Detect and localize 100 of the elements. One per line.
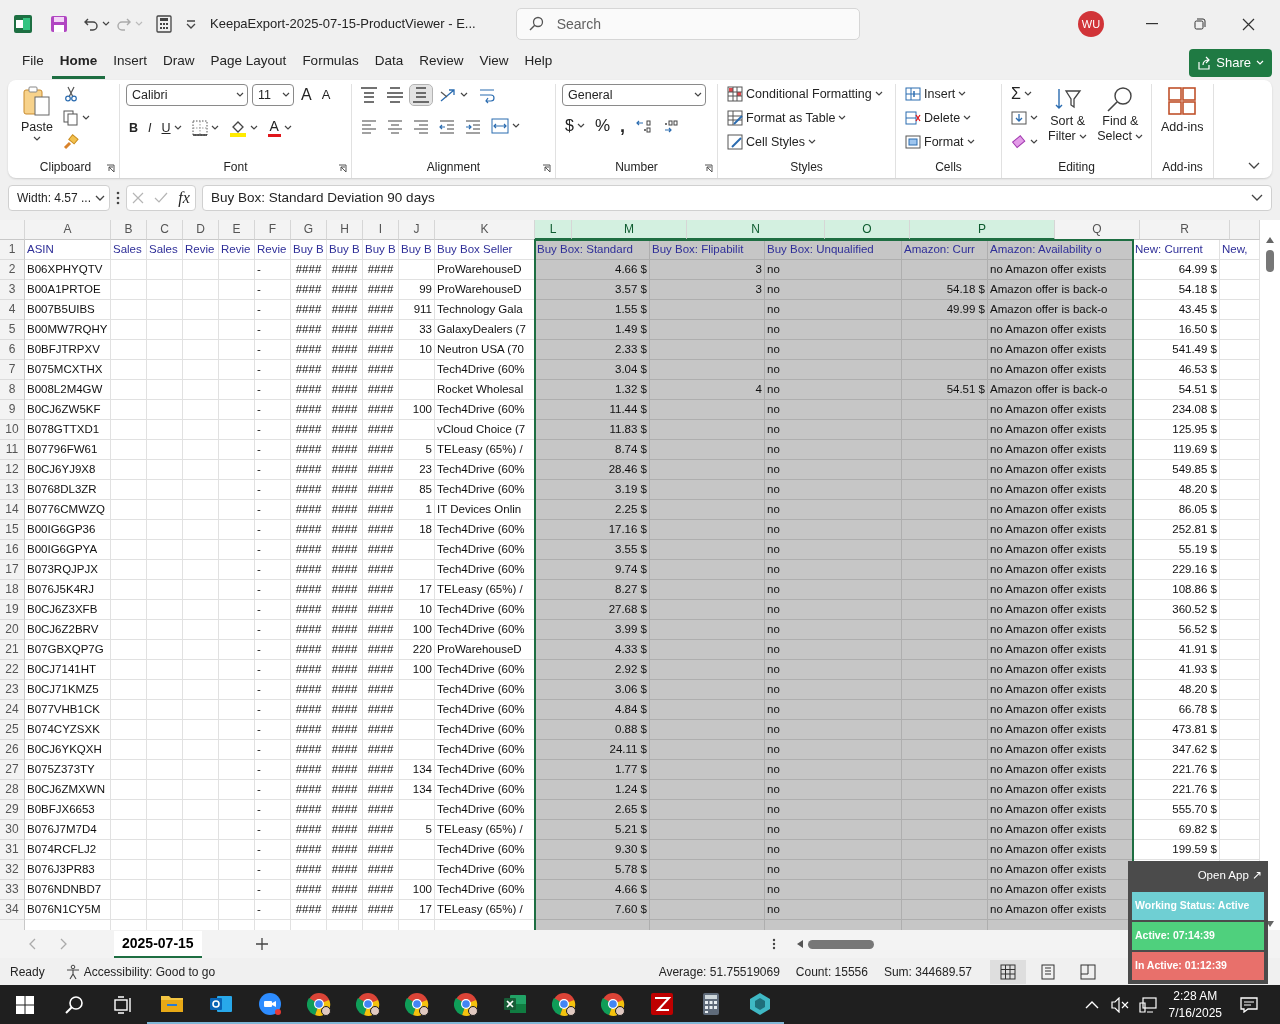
style-menu-button[interactable]: Conditional Formatting xyxy=(724,84,886,104)
accessibility-icon[interactable] xyxy=(64,963,81,980)
column-header[interactable]: Q xyxy=(1055,220,1140,240)
sheet-tab[interactable]: 2025-07-15 xyxy=(114,930,202,958)
style-menu-button[interactable]: Cell Styles xyxy=(724,132,886,152)
menu-tab[interactable]: Data xyxy=(366,46,412,80)
row-number[interactable]: 32 xyxy=(0,860,25,880)
menu-tab[interactable]: Formulas xyxy=(294,46,367,80)
dialog-launcher-icon[interactable] xyxy=(704,164,713,173)
customize-toolbar-icon[interactable] xyxy=(186,19,196,29)
column-header[interactable]: I xyxy=(363,220,399,240)
cells-menu-button[interactable]: Format xyxy=(902,132,978,152)
row-number[interactable]: 12 xyxy=(0,460,25,480)
row-number[interactable]: 5 xyxy=(0,320,25,340)
autosum-button[interactable]: Σ xyxy=(1008,84,1041,104)
menu-tab[interactable]: Page Layout xyxy=(202,46,295,80)
style-menu-button[interactable]: Format as Table xyxy=(724,108,886,128)
more-options-icon[interactable] xyxy=(116,191,120,205)
dialog-launcher-icon[interactable] xyxy=(106,164,115,173)
add-sheet-icon[interactable] xyxy=(255,938,268,950)
row-number[interactable]: 7 xyxy=(0,360,25,380)
row-number[interactable]: 8 xyxy=(0,380,25,400)
cells-menu-button[interactable]: Insert xyxy=(902,84,978,104)
sort-filter-button[interactable]: Sort & Filter xyxy=(1045,84,1091,158)
font-name-dropdown[interactable]: Calibri xyxy=(126,84,248,106)
row-number[interactable]: 10 xyxy=(0,420,25,440)
column-header[interactable]: R xyxy=(1140,220,1230,240)
column-header[interactable]: F xyxy=(255,220,291,240)
column-header[interactable]: E xyxy=(219,220,255,240)
number-format-dropdown[interactable]: General xyxy=(562,84,706,106)
add-ins-button[interactable]: Add-ins xyxy=(1158,84,1207,158)
row-number[interactable]: 14 xyxy=(0,500,25,520)
column-header[interactable]: O xyxy=(825,220,910,240)
row-number[interactable]: 20 xyxy=(0,620,25,640)
name-box[interactable]: Width: 4.57 ... xyxy=(8,185,110,211)
row-number[interactable]: 28 xyxy=(0,780,25,800)
network-icon[interactable] xyxy=(1138,996,1157,1013)
menu-tab[interactable]: File xyxy=(14,46,52,80)
menu-tab[interactable]: Insert xyxy=(105,46,156,80)
view-button[interactable] xyxy=(990,959,1026,984)
column-header[interactable]: G xyxy=(291,220,327,240)
menu-tab[interactable]: View xyxy=(471,46,517,80)
row-number[interactable]: 1 xyxy=(0,240,25,260)
column-header[interactable]: L xyxy=(535,220,572,240)
row-number[interactable]: 21 xyxy=(0,640,25,660)
row-number[interactable]: 24 xyxy=(0,700,25,720)
vertical-align-button[interactable] xyxy=(410,85,432,105)
dialog-launcher-icon[interactable] xyxy=(338,164,347,173)
menu-tab[interactable]: Help xyxy=(516,46,561,80)
vertical-align-button[interactable] xyxy=(358,85,380,105)
underline-button[interactable]: U xyxy=(158,117,185,138)
row-number[interactable]: 2 xyxy=(0,260,25,280)
shrink-font-button[interactable]: A xyxy=(318,85,334,105)
share-button[interactable]: Share xyxy=(1189,49,1272,77)
dialog-launcher-icon[interactable] xyxy=(542,164,551,173)
font-size-dropdown[interactable]: 11 xyxy=(252,84,294,106)
find-select-button[interactable]: Find & Select xyxy=(1094,84,1147,158)
paste-button[interactable]: Paste xyxy=(18,84,56,158)
vertical-align-button[interactable] xyxy=(384,85,406,105)
row-number[interactable]: 9 xyxy=(0,400,25,420)
column-header[interactable]: H xyxy=(327,220,363,240)
scroll-left-icon[interactable] xyxy=(795,939,804,949)
speaker-muted-icon[interactable] xyxy=(1110,996,1129,1013)
open-app-link[interactable]: Open App ↗ xyxy=(1132,865,1264,891)
column-header[interactable]: N xyxy=(687,220,825,240)
row-number[interactable]: 11 xyxy=(0,440,25,460)
chevron-up-icon[interactable] xyxy=(1084,1000,1099,1009)
row-number[interactable]: 23 xyxy=(0,680,25,700)
row-number[interactable]: 6 xyxy=(0,340,25,360)
row-number[interactable]: 17 xyxy=(0,560,25,580)
more-options-icon[interactable] xyxy=(771,938,776,950)
row-number[interactable]: 30 xyxy=(0,820,25,840)
menu-tab[interactable]: Draw xyxy=(155,46,203,80)
row-number[interactable]: 25 xyxy=(0,720,25,740)
scrollbar-thumb[interactable] xyxy=(807,939,874,949)
row-number[interactable]: 26 xyxy=(0,740,25,760)
row-number[interactable]: 13 xyxy=(0,480,25,500)
row-number[interactable]: 18 xyxy=(0,580,25,600)
formula-field[interactable]: Buy Box: Standard Deviation 90 days xyxy=(202,185,1272,211)
column-header[interactable]: P xyxy=(910,220,1055,240)
percent-button[interactable]: % xyxy=(591,116,614,136)
row-number[interactable]: 29 xyxy=(0,800,25,820)
row-number[interactable]: 4 xyxy=(0,300,25,320)
row-number[interactable]: 31 xyxy=(0,840,25,860)
column-header[interactable]: A xyxy=(25,220,111,240)
column-header[interactable]: J xyxy=(399,220,435,240)
row-number[interactable]: 19 xyxy=(0,600,25,620)
cells-menu-button[interactable]: Delete xyxy=(902,108,978,128)
column-header[interactable]: B xyxy=(111,220,147,240)
checkmark-icon[interactable] xyxy=(154,192,169,204)
bold-button[interactable]: B xyxy=(126,117,142,138)
notifications-icon[interactable] xyxy=(1240,996,1258,1013)
expand-icon[interactable] xyxy=(1251,194,1263,202)
grow-font-button[interactable]: A xyxy=(298,85,315,105)
row-number[interactable]: 33 xyxy=(0,880,25,900)
row-number[interactable]: 3 xyxy=(0,280,25,300)
save-icon[interactable] xyxy=(50,15,68,33)
accessibility-status[interactable]: Accessibility: Good to go xyxy=(83,962,216,981)
column-header[interactable]: C xyxy=(147,220,183,240)
italic-button[interactable]: I xyxy=(145,117,155,138)
